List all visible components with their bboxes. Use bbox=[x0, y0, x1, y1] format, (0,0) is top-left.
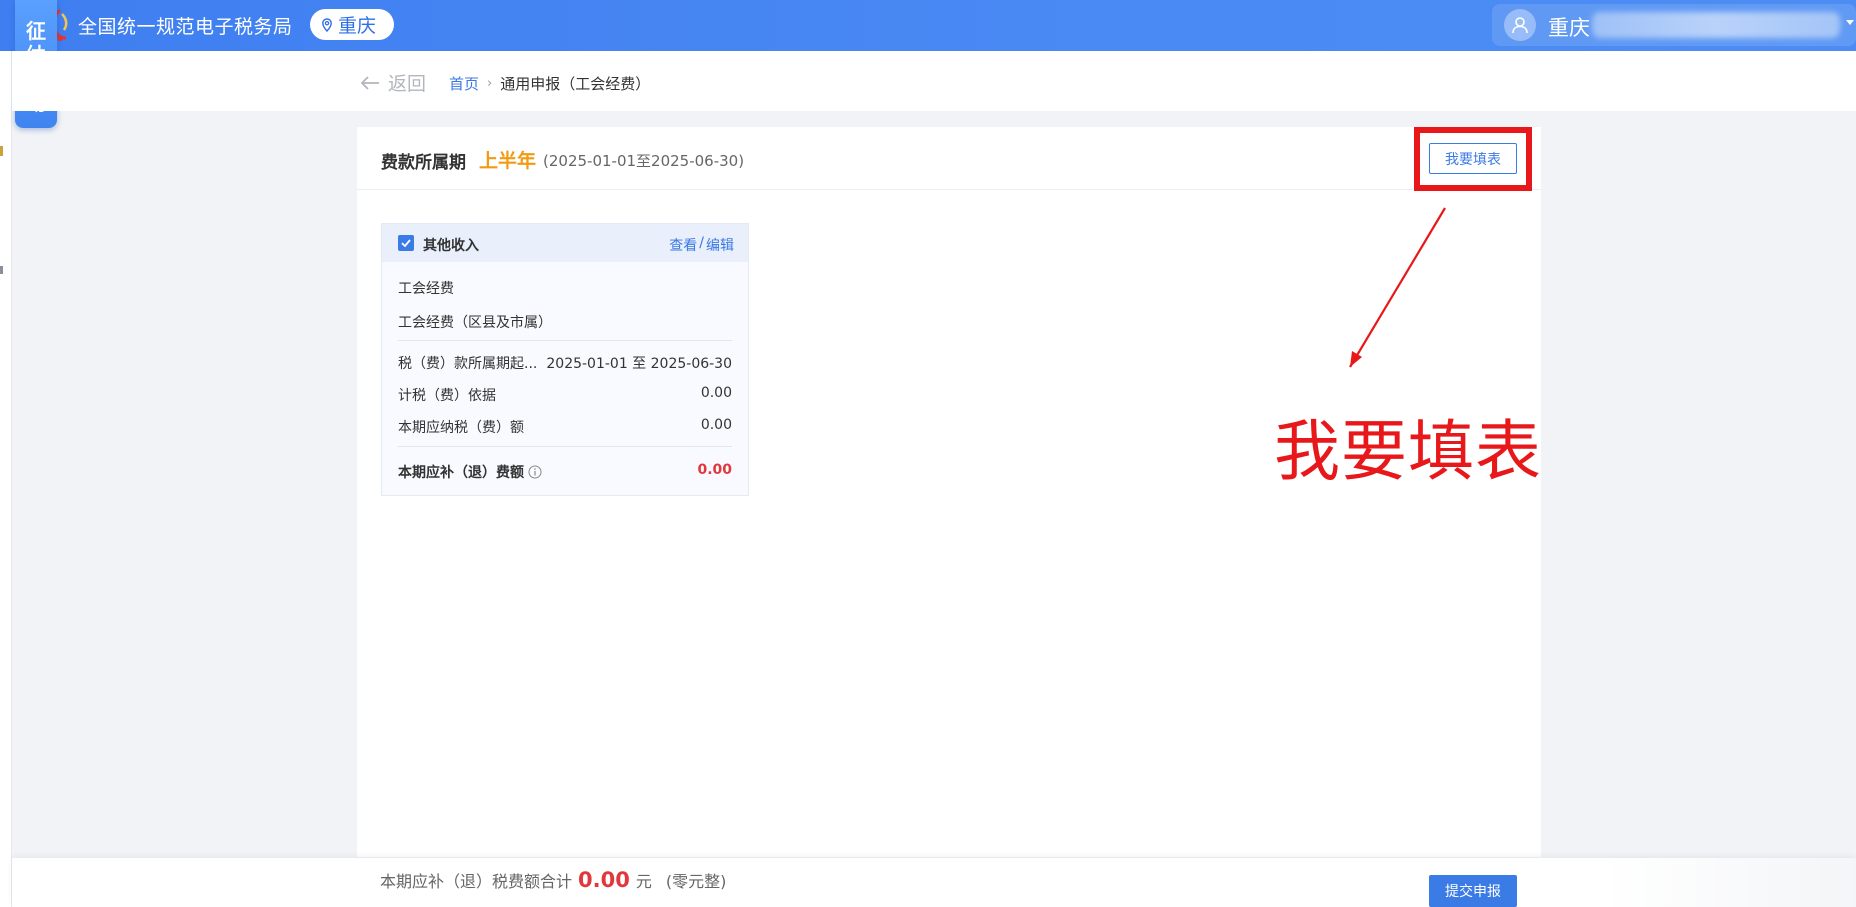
card-actions: 查看 / 编辑 bbox=[669, 235, 734, 255]
tax-item-card: 其他收入 查看 / 编辑 工会经费 工会经费（区县及市属） 税（费）款所属期起.… bbox=[381, 223, 749, 496]
footer-amount-words: (零元整) bbox=[665, 872, 727, 891]
interaction-tab-char: 征 bbox=[26, 19, 46, 43]
breadcrumb-current: 通用申报（工会经费） bbox=[500, 75, 651, 93]
total-label-wrap: 本期应补（退）费额 bbox=[398, 462, 542, 482]
period-half: 上半年 bbox=[479, 150, 537, 172]
footer-fade bbox=[1602, 858, 1856, 907]
city-selector[interactable]: 重庆 bbox=[310, 9, 394, 40]
total-label: 本期应补（退）费额 bbox=[398, 465, 524, 481]
sub-header: 返回 首页 › 通用申报（工会经费） bbox=[12, 51, 1856, 111]
card-row: 税（费）款所属期起... 2025-01-01 至 2025-06-30 bbox=[398, 353, 732, 373]
card-total-row: 本期应补（退）费额 0.00 bbox=[398, 462, 732, 482]
card-header: 其他收入 查看 / 编辑 bbox=[382, 224, 748, 262]
footer-bar: 本期应补（退）税费额合计 0.00 元 (零元整) 提交申报 bbox=[12, 858, 1856, 907]
footer-summary: 本期应补（退）税费额合计 0.00 元 (零元整) bbox=[380, 868, 726, 892]
user-menu[interactable]: 重庆 bbox=[1492, 4, 1856, 46]
breadcrumb: 首页 › 通用申报（工会经费） bbox=[449, 73, 650, 94]
footer-unit: 元 bbox=[635, 872, 652, 891]
check-icon bbox=[401, 239, 411, 248]
chevron-down-icon[interactable] bbox=[1846, 20, 1854, 25]
period-bar: 费款所属期 上半年 (2025-01-01至2025-06-30) 我要填表 bbox=[357, 127, 1541, 191]
footer-summary-label: 本期应补（退）税费额合计 bbox=[380, 872, 573, 891]
submit-declaration-button[interactable]: 提交申报 bbox=[1429, 875, 1517, 907]
card-divider bbox=[398, 446, 732, 447]
fill-form-button[interactable]: 我要填表 bbox=[1429, 143, 1517, 174]
total-value: 0.00 bbox=[697, 462, 732, 478]
top-header: 全国统一规范电子税务局 重庆 重庆 bbox=[0, 0, 1856, 51]
location-pin-icon bbox=[322, 17, 332, 32]
avatar bbox=[1504, 9, 1536, 41]
card-checkbox[interactable] bbox=[398, 235, 414, 251]
card-row: 本期应纳税（费）额 0.00 bbox=[398, 417, 732, 437]
site-title: 全国统一规范电子税务局 bbox=[78, 16, 293, 38]
period-label: 费款所属期 bbox=[381, 153, 466, 173]
action-separator: / bbox=[699, 235, 704, 251]
card-title: 其他收入 bbox=[423, 238, 479, 254]
edit-link[interactable]: 编辑 bbox=[706, 235, 734, 255]
left-edge-strip bbox=[0, 51, 12, 907]
redacted-user-info bbox=[1592, 12, 1840, 38]
arrow-left-icon bbox=[360, 75, 379, 90]
card-row: 计税（费）依据 0.00 bbox=[398, 385, 732, 405]
user-name: 重庆 bbox=[1548, 16, 1590, 40]
back-label: 返回 bbox=[388, 73, 427, 95]
row-value: 2025-01-01 至 2025-06-30 bbox=[546, 356, 732, 372]
row-value: 0.00 bbox=[700, 385, 732, 401]
footer-amount: 0.00 bbox=[578, 868, 630, 892]
user-icon bbox=[1512, 17, 1528, 34]
item-subname: 工会经费（区县及市属） bbox=[398, 315, 552, 331]
back-button[interactable]: 返回 bbox=[360, 69, 426, 96]
row-label: 税（费）款所属期起... bbox=[398, 356, 538, 372]
row-value: 0.00 bbox=[700, 417, 732, 433]
row-label: 本期应纳税（费）额 bbox=[398, 420, 524, 436]
item-name: 工会经费 bbox=[398, 281, 454, 297]
city-name: 重庆 bbox=[338, 15, 377, 37]
annotation-arrow-icon bbox=[1349, 207, 1446, 368]
card-divider bbox=[398, 340, 732, 341]
row-label: 计税（费）依据 bbox=[398, 388, 496, 404]
period-range: (2025-01-01至2025-06-30) bbox=[543, 152, 745, 170]
annotation-label: 我要填表 bbox=[1274, 413, 1542, 490]
breadcrumb-home[interactable]: 首页 bbox=[449, 73, 479, 94]
view-link[interactable]: 查看 bbox=[669, 235, 697, 255]
edge-marker bbox=[0, 146, 3, 156]
edge-marker bbox=[0, 266, 3, 274]
breadcrumb-separator: › bbox=[487, 76, 493, 91]
info-icon[interactable] bbox=[528, 465, 542, 479]
